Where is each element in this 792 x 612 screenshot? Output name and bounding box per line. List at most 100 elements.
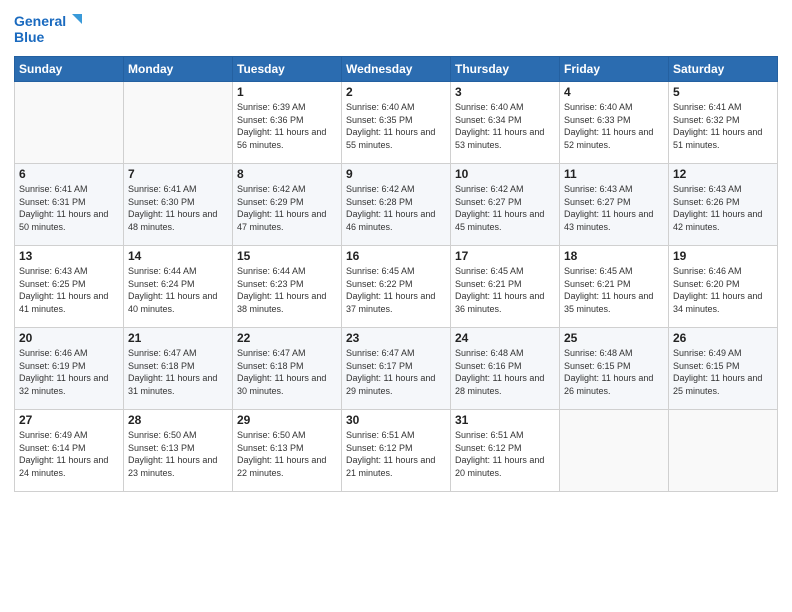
calendar-table: SundayMondayTuesdayWednesdayThursdayFrid… [14, 56, 778, 492]
day-number: 31 [455, 413, 555, 427]
day-cell: 31Sunrise: 6:51 AMSunset: 6:12 PMDayligh… [451, 410, 560, 492]
day-info: Sunrise: 6:43 AMSunset: 6:26 PMDaylight:… [673, 183, 773, 233]
day-number: 19 [673, 249, 773, 263]
day-cell: 27 Sunrise: 6:49 AMSunset: 6:14 PMDayligh… [15, 410, 124, 492]
week-row-1: 1 Sunrise: 6:39 AMSunset: 6:36 PMDaylight… [15, 82, 778, 164]
day-info: Sunrise: 6:42 AMSunset: 6:29 PMDaylight:… [237, 183, 337, 233]
day-info: Sunrise: 6:50 AMSunset: 6:13 PMDaylight:… [237, 429, 337, 479]
day-number: 10 [455, 167, 555, 181]
day-info: Sunrise: 6:42 AMSunset: 6:28 PMDaylight:… [346, 183, 446, 233]
day-cell [560, 410, 669, 492]
day-info: Sunrise: 6:49 AMSunset: 6:14 PMDaylight:… [19, 429, 119, 479]
day-cell: 2 Sunrise: 6:40 AMSunset: 6:35 PMDaylight… [342, 82, 451, 164]
day-number: 3 [455, 85, 555, 99]
col-header-wednesday: Wednesday [342, 57, 451, 82]
week-row-4: 20 Sunrise: 6:46 AMSunset: 6:19 PMDayligh… [15, 328, 778, 410]
day-cell: 18 Sunrise: 6:45 AMSunset: 6:21 PMDayligh… [560, 246, 669, 328]
calendar-container: General Blue SundayMondayTuesdayWednesda… [0, 0, 792, 502]
day-info: Sunrise: 6:40 AMSunset: 6:33 PMDaylight:… [564, 101, 664, 151]
day-info: Sunrise: 6:42 AMSunset: 6:27 PMDaylight:… [455, 183, 555, 233]
day-number: 22 [237, 331, 337, 345]
day-cell: 29 Sunrise: 6:50 AMSunset: 6:13 PMDayligh… [233, 410, 342, 492]
day-cell: 6Sunrise: 6:41 AMSunset: 6:31 PMDaylight… [15, 164, 124, 246]
day-number: 4 [564, 85, 664, 99]
day-cell: 13Sunrise: 6:43 AMSunset: 6:25 PMDayligh… [15, 246, 124, 328]
week-row-5: 27 Sunrise: 6:49 AMSunset: 6:14 PMDayligh… [15, 410, 778, 492]
day-info: Sunrise: 6:41 AMSunset: 6:30 PMDaylight:… [128, 183, 228, 233]
day-cell: 11 Sunrise: 6:43 AMSunset: 6:27 PMDayligh… [560, 164, 669, 246]
day-cell: 24Sunrise: 6:48 AMSunset: 6:16 PMDayligh… [451, 328, 560, 410]
day-number: 2 [346, 85, 446, 99]
day-cell: 16 Sunrise: 6:45 AMSunset: 6:22 PMDayligh… [342, 246, 451, 328]
day-number: 9 [346, 167, 446, 181]
day-cell: 15 Sunrise: 6:44 AMSunset: 6:23 PMDayligh… [233, 246, 342, 328]
col-header-saturday: Saturday [669, 57, 778, 82]
day-cell [669, 410, 778, 492]
day-info: Sunrise: 6:47 AMSunset: 6:17 PMDaylight:… [346, 347, 446, 397]
day-info: Sunrise: 6:47 AMSunset: 6:18 PMDaylight:… [237, 347, 337, 397]
day-info: Sunrise: 6:45 AMSunset: 6:21 PMDaylight:… [455, 265, 555, 315]
day-number: 16 [346, 249, 446, 263]
day-cell: 5 Sunrise: 6:41 AMSunset: 6:32 PMDaylight… [669, 82, 778, 164]
day-number: 26 [673, 331, 773, 345]
day-info: Sunrise: 6:46 AMSunset: 6:19 PMDaylight:… [19, 347, 119, 397]
day-cell: 12 Sunrise: 6:43 AMSunset: 6:26 PMDayligh… [669, 164, 778, 246]
day-number: 18 [564, 249, 664, 263]
day-cell: 3 Sunrise: 6:40 AMSunset: 6:34 PMDaylight… [451, 82, 560, 164]
day-cell: 23 Sunrise: 6:47 AMSunset: 6:17 PMDayligh… [342, 328, 451, 410]
logo-svg: General Blue [14, 10, 84, 48]
day-number: 7 [128, 167, 228, 181]
col-header-friday: Friday [560, 57, 669, 82]
day-info: Sunrise: 6:39 AMSunset: 6:36 PMDaylight:… [237, 101, 337, 151]
day-cell: 19Sunrise: 6:46 AMSunset: 6:20 PMDayligh… [669, 246, 778, 328]
day-cell: 9 Sunrise: 6:42 AMSunset: 6:28 PMDaylight… [342, 164, 451, 246]
day-info: Sunrise: 6:40 AMSunset: 6:34 PMDaylight:… [455, 101, 555, 151]
day-cell: 8 Sunrise: 6:42 AMSunset: 6:29 PMDaylight… [233, 164, 342, 246]
day-number: 23 [346, 331, 446, 345]
day-info: Sunrise: 6:43 AMSunset: 6:27 PMDaylight:… [564, 183, 664, 233]
day-number: 5 [673, 85, 773, 99]
day-number: 1 [237, 85, 337, 99]
day-info: Sunrise: 6:45 AMSunset: 6:22 PMDaylight:… [346, 265, 446, 315]
day-info: Sunrise: 6:47 AMSunset: 6:18 PMDaylight:… [128, 347, 228, 397]
svg-text:General: General [14, 13, 66, 29]
day-cell: 28 Sunrise: 6:50 AMSunset: 6:13 PMDayligh… [124, 410, 233, 492]
day-number: 28 [128, 413, 228, 427]
week-row-3: 13Sunrise: 6:43 AMSunset: 6:25 PMDayligh… [15, 246, 778, 328]
day-info: Sunrise: 6:41 AMSunset: 6:32 PMDaylight:… [673, 101, 773, 151]
day-number: 15 [237, 249, 337, 263]
col-header-tuesday: Tuesday [233, 57, 342, 82]
day-cell: 7 Sunrise: 6:41 AMSunset: 6:30 PMDaylight… [124, 164, 233, 246]
logo: General Blue [14, 10, 84, 48]
day-cell: 30Sunrise: 6:51 AMSunset: 6:12 PMDayligh… [342, 410, 451, 492]
day-number: 21 [128, 331, 228, 345]
week-row-2: 6Sunrise: 6:41 AMSunset: 6:31 PMDaylight… [15, 164, 778, 246]
day-info: Sunrise: 6:43 AMSunset: 6:25 PMDaylight:… [19, 265, 119, 315]
day-cell [15, 82, 124, 164]
svg-text:Blue: Blue [14, 29, 45, 45]
day-number: 11 [564, 167, 664, 181]
header: General Blue [14, 10, 778, 48]
day-info: Sunrise: 6:50 AMSunset: 6:13 PMDaylight:… [128, 429, 228, 479]
day-cell: 14Sunrise: 6:44 AMSunset: 6:24 PMDayligh… [124, 246, 233, 328]
day-number: 29 [237, 413, 337, 427]
day-number: 8 [237, 167, 337, 181]
day-info: Sunrise: 6:45 AMSunset: 6:21 PMDaylight:… [564, 265, 664, 315]
day-number: 20 [19, 331, 119, 345]
day-cell: 17Sunrise: 6:45 AMSunset: 6:21 PMDayligh… [451, 246, 560, 328]
day-cell: 10 Sunrise: 6:42 AMSunset: 6:27 PMDayligh… [451, 164, 560, 246]
day-cell: 22 Sunrise: 6:47 AMSunset: 6:18 PMDayligh… [233, 328, 342, 410]
day-cell: 26Sunrise: 6:49 AMSunset: 6:15 PMDayligh… [669, 328, 778, 410]
day-info: Sunrise: 6:51 AMSunset: 6:12 PMDaylight:… [346, 429, 446, 479]
day-number: 24 [455, 331, 555, 345]
day-info: Sunrise: 6:44 AMSunset: 6:23 PMDaylight:… [237, 265, 337, 315]
day-number: 12 [673, 167, 773, 181]
day-cell: 4 Sunrise: 6:40 AMSunset: 6:33 PMDaylight… [560, 82, 669, 164]
day-cell [124, 82, 233, 164]
day-info: Sunrise: 6:48 AMSunset: 6:15 PMDaylight:… [564, 347, 664, 397]
day-cell: 21 Sunrise: 6:47 AMSunset: 6:18 PMDayligh… [124, 328, 233, 410]
day-info: Sunrise: 6:40 AMSunset: 6:35 PMDaylight:… [346, 101, 446, 151]
day-number: 27 [19, 413, 119, 427]
col-header-monday: Monday [124, 57, 233, 82]
day-info: Sunrise: 6:41 AMSunset: 6:31 PMDaylight:… [19, 183, 119, 233]
